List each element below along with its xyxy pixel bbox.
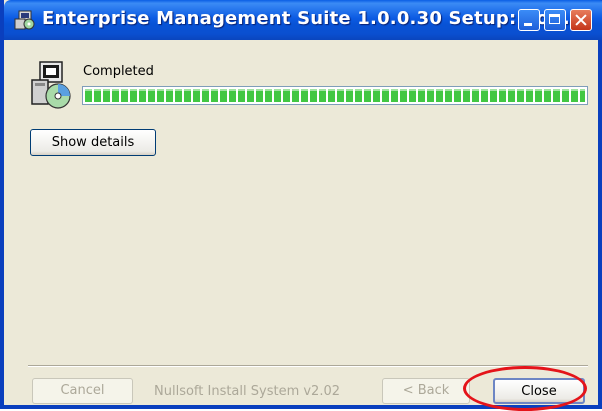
cancel-button[interactable]: Cancel: [32, 378, 133, 404]
nsis-branding-text: Nullsoft Install System v2.02: [154, 384, 341, 399]
maximize-icon[interactable]: [544, 9, 566, 31]
minimize-icon[interactable]: [518, 9, 540, 31]
status-label: Completed: [83, 64, 154, 79]
title-bar[interactable]: Enterprise Management Suite 1.0.0.30 Set…: [4, 0, 602, 40]
progress-bar: [82, 86, 588, 105]
show-details-button[interactable]: Show details: [30, 129, 156, 156]
installer-app-icon: [14, 10, 35, 30]
highlight-circle: [463, 366, 587, 411]
installer-cd-icon: [31, 61, 71, 109]
back-button[interactable]: < Back: [382, 378, 470, 404]
installer-window: Enterprise Management Suite 1.0.0.30 Set…: [0, 0, 602, 409]
close-icon[interactable]: [570, 9, 592, 31]
window-title: Enterprise Management Suite 1.0.0.30 Set…: [42, 8, 570, 29]
progress-bar-fill: [85, 89, 585, 102]
